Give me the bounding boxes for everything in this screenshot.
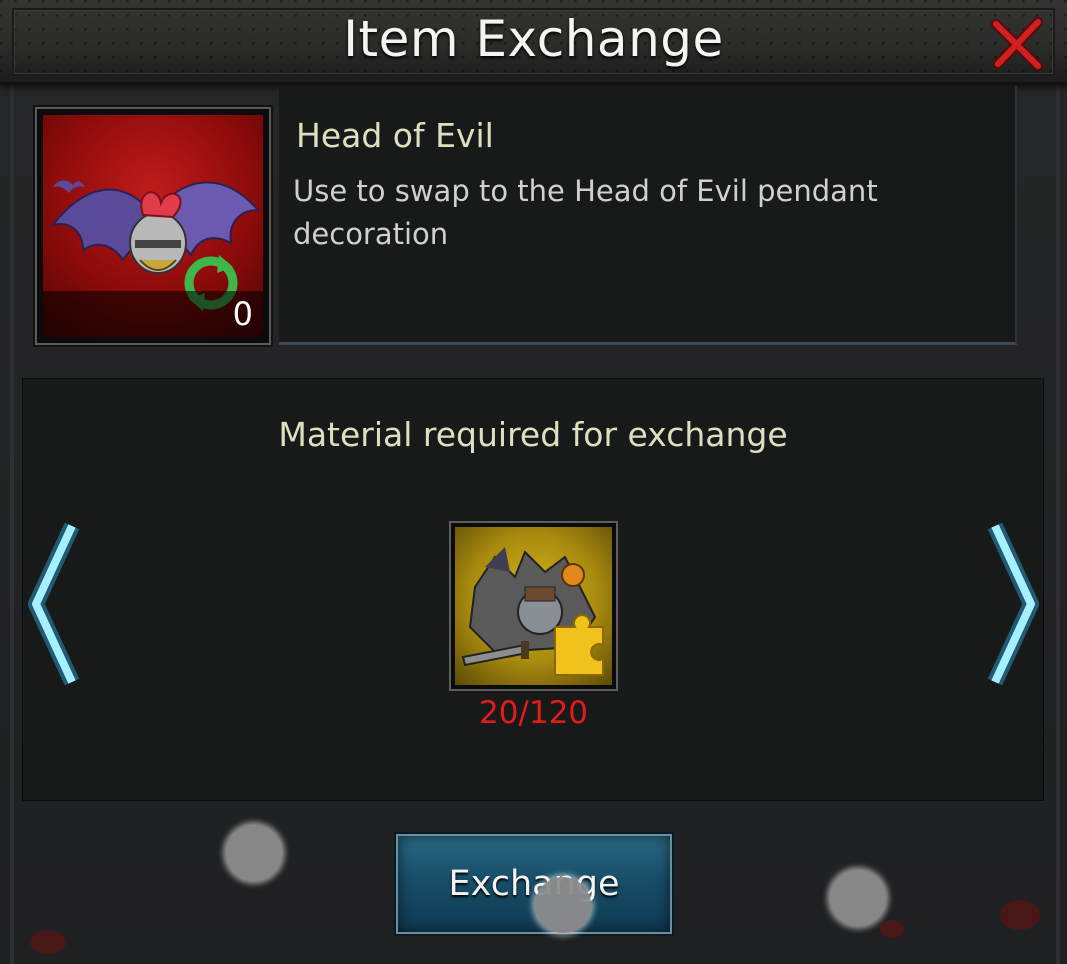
chevron-right-icon xyxy=(987,522,1039,686)
chevron-left-icon xyxy=(28,522,80,686)
item-count-strip xyxy=(43,291,263,337)
title-bar: Item Exchange xyxy=(0,0,1067,85)
blood-splatter xyxy=(30,930,66,954)
material-icon-frame[interactable] xyxy=(449,521,618,691)
item-name: Head of Evil xyxy=(296,116,494,155)
exchange-button[interactable]: Exchange xyxy=(396,834,672,934)
frame-border-left xyxy=(10,82,14,964)
item-exchange-dialog: Item Exchange 0 Head of Evil Use to swap… xyxy=(0,0,1067,964)
close-icon xyxy=(991,17,1043,71)
material-progress: 20/120 xyxy=(478,695,589,731)
dialog-title: Item Exchange xyxy=(343,10,724,68)
blood-splatter xyxy=(880,920,904,938)
blood-splatter xyxy=(1000,900,1040,930)
touch-indicator xyxy=(535,877,591,933)
material-heading: Material required for exchange xyxy=(278,415,788,454)
item-description-panel: Head of Evil Use to swap to the Head of … xyxy=(279,86,1017,345)
item-description: Use to swap to the Head of Evil pendant … xyxy=(293,174,878,251)
close-button[interactable] xyxy=(988,14,1048,74)
frame-border-right xyxy=(1056,82,1060,964)
exchange-button-label: Exchange xyxy=(448,864,620,904)
next-arrow-button[interactable] xyxy=(987,522,1039,686)
item-count: 0 xyxy=(232,295,253,333)
touch-indicator xyxy=(226,825,282,881)
previous-arrow-button[interactable] xyxy=(28,522,80,686)
equipment-pile-puzzle-icon xyxy=(455,527,612,685)
bat-helmet-swap-icon: 0 xyxy=(43,115,263,337)
touch-indicator xyxy=(830,870,886,926)
item-icon-frame[interactable]: 0 xyxy=(35,107,271,345)
material-panel: Material required for exchange 20/120 xyxy=(22,378,1044,801)
